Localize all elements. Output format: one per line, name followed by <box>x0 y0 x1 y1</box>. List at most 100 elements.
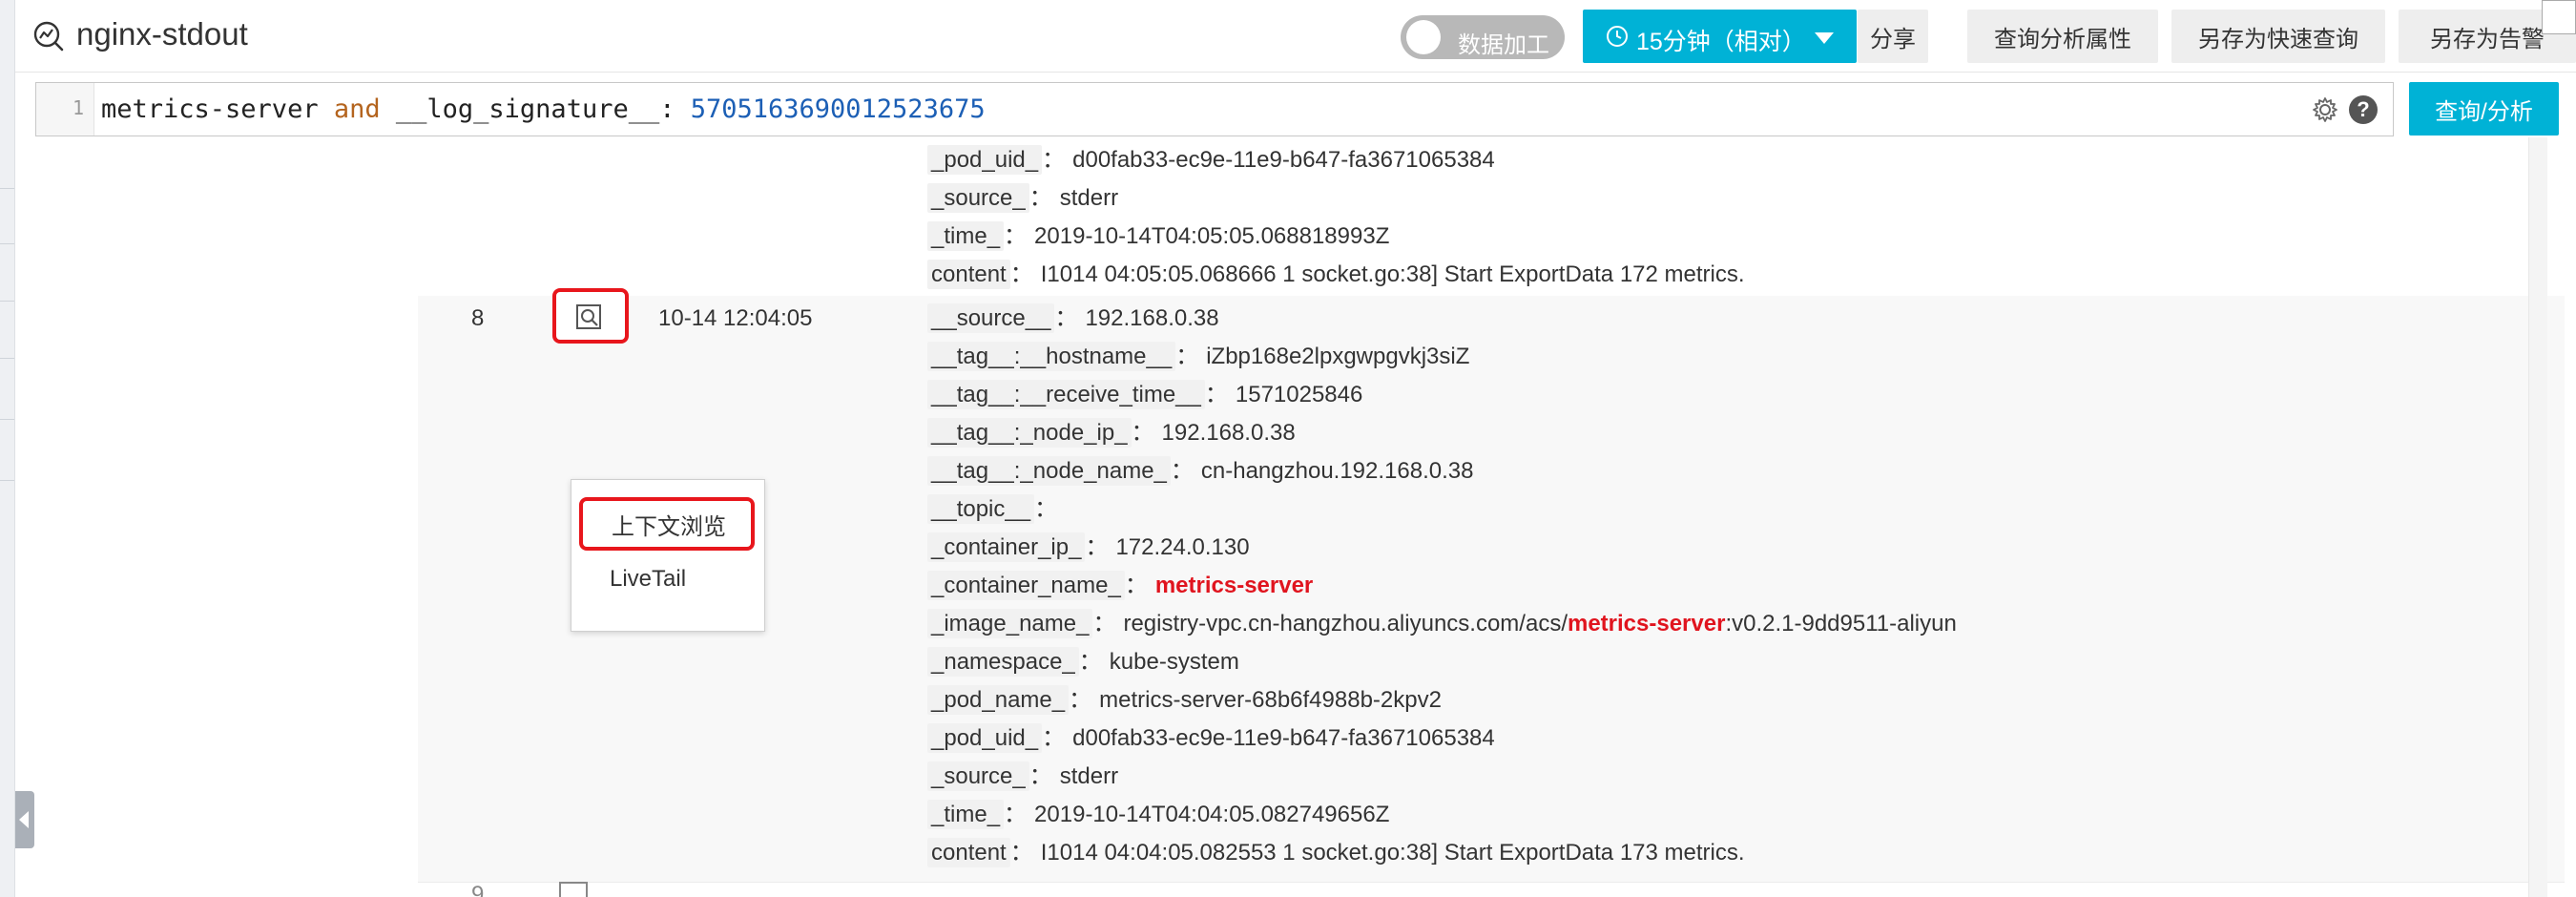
field-row: _pod_name_： metrics-server-68b6f4988b-2kp… <box>927 681 1442 720</box>
field-value[interactable]: I1014 04:04:05.082553 1 socket.go:38] St… <box>1041 840 1745 866</box>
field-row: _source_： stderr <box>927 179 1118 218</box>
field-row: _pod_uid_： d00fab33-ec9e-11e9-b647-fa3671… <box>927 720 1495 758</box>
field-value: 2019-10-14T04:05:05.068818993Z <box>1034 223 1390 249</box>
context-menu: 上下文浏览 LiveTail <box>571 479 765 632</box>
context-browse-button[interactable] <box>552 288 629 344</box>
left-nav-segment[interactable] <box>0 189 14 244</box>
share-button[interactable]: 分享 <box>1858 10 1928 63</box>
field-value-highlight[interactable]: metrics-server <box>1568 611 1725 636</box>
field-key: content <box>927 260 1010 289</box>
field-value[interactable]: stderr <box>1060 763 1118 789</box>
field-key: _pod_name_ <box>927 685 1070 715</box>
page-header: nginx-stdout 数据加工 15分钟（相对） 分享 查询分析属性 另存为… <box>15 0 2576 73</box>
field-value[interactable]: 172.24.0.130 <box>1115 534 1249 560</box>
field-value[interactable]: 192.168.0.38 <box>1085 305 1218 331</box>
field-key: _time_ <box>927 800 1005 829</box>
field-key: __source__ <box>927 303 1055 333</box>
menu-item-context-browse[interactable]: 上下文浏览 <box>571 501 764 547</box>
line-gutter: 1 <box>36 83 94 136</box>
query-text[interactable]: metrics-server and __log_signature__: 57… <box>101 94 986 124</box>
field-key: _pod_uid_ <box>927 145 1043 175</box>
field-value: d00fab33-ec9e-11e9-b647-fa3671065384 <box>1072 147 1495 173</box>
corner-checkbox[interactable] <box>2542 0 2576 34</box>
search-analyze-button[interactable]: 查询/分析 <box>2409 82 2559 136</box>
field-row: _container_name_： metrics-server <box>927 567 1313 605</box>
left-nav-segment[interactable] <box>0 244 14 302</box>
row-timestamp: 10-14 12:04:05 <box>658 305 813 331</box>
field-value[interactable]: iZbp168e2lpxgwpgvkj3siZ <box>1206 344 1469 369</box>
field-row: _pod_uid_： d00fab33-ec9e-11e9-b647-fa3671… <box>927 141 1495 179</box>
logstore-title: nginx-stdout <box>76 16 248 52</box>
left-nav-segment[interactable] <box>0 359 14 420</box>
field-row: __tag__:_node_name_： cn-hangzhou.192.168.… <box>927 452 1473 490</box>
query-term: metrics-server <box>101 94 334 124</box>
field-value: I1014 04:05:05.068666 1 socket.go:38] St… <box>1040 261 1745 287</box>
field-key: _container_ip_ <box>927 532 1086 562</box>
query-field: __log_signature__: <box>380 94 691 124</box>
menu-item-livetail[interactable]: LiveTail <box>571 556 764 602</box>
row-index: 9 <box>471 882 485 897</box>
field-row: __tag__:__hostname__： iZbp168e2lpxgwpgvkj… <box>927 338 1469 376</box>
clock-icon <box>1607 26 1628 47</box>
left-nav-strip <box>0 0 15 897</box>
field-row: __topic__： <box>927 490 1065 529</box>
field-value[interactable]: metrics-server-68b6f4988b-2kpv2 <box>1099 687 1442 713</box>
field-row: __tag__:__receive_time__： 1571025846 <box>927 376 1362 414</box>
field-row: _image_name_： registry-vpc.cn-hangzhou.al… <box>927 605 1957 643</box>
help-icon[interactable]: ? <box>2349 95 2378 124</box>
query-keyword: and <box>333 94 381 124</box>
context-search-icon[interactable] <box>559 882 588 897</box>
context-search-icon <box>576 304 601 329</box>
field-key: _time_ <box>927 221 1005 251</box>
field-row: _namespace_： kube-system <box>927 643 1239 681</box>
toggle-label: 数据加工 <box>1458 32 1549 58</box>
field-key: _source_ <box>927 761 1029 791</box>
field-value[interactable]: cn-hangzhou.192.168.0.38 <box>1201 458 1474 484</box>
query-properties-button[interactable]: 查询分析属性 <box>1967 10 2158 63</box>
line-number: 1 <box>72 96 84 119</box>
query-number: 5705163690012523675 <box>690 94 986 124</box>
field-key: __tag__:__hostname__ <box>927 342 1176 371</box>
time-range-dropdown[interactable]: 15分钟（相对） <box>1583 10 1857 63</box>
caret-down-icon <box>1815 32 1834 44</box>
field-key: __tag__:_node_name_ <box>927 456 1171 486</box>
field-key: _image_name_ <box>927 609 1093 638</box>
field-key: _container_name_ <box>927 571 1125 600</box>
field-value[interactable]: 1571025846 <box>1236 382 1362 407</box>
field-value[interactable]: :v0.2.1-9dd9511-aliyun <box>1725 611 1956 636</box>
field-key: content <box>927 838 1010 867</box>
save-quick-query-button[interactable]: 另存为快速查询 <box>2171 10 2385 63</box>
field-row: _time_： 2019-10-14T04:05:05.068818993Z <box>927 218 1389 256</box>
logstore-chart-icon <box>33 21 64 52</box>
field-key: _source_ <box>927 183 1029 213</box>
field-key: __tag__:__receive_time__ <box>927 380 1205 409</box>
field-value[interactable]: registry-vpc.cn-hangzhou.aliyuncs.com/ac… <box>1123 611 1568 636</box>
field-value[interactable]: kube-system <box>1110 649 1239 675</box>
log-results: _pod_uid_： d00fab33-ec9e-11e9-b647-fa3671… <box>15 137 2565 897</box>
field-row: content： I1014 04:04:05.082553 1 socket.g… <box>927 834 1745 872</box>
field-value: stderr <box>1059 185 1119 211</box>
row-index: 8 <box>471 305 485 331</box>
data-processing-toggle[interactable]: 数据加工 <box>1401 15 1565 59</box>
field-value[interactable]: d00fab33-ec9e-11e9-b647-fa3671065384 <box>1072 725 1495 751</box>
field-row: __tag__:_node_ip_： 192.168.0.38 <box>927 414 1296 452</box>
field-row: __source__： 192.168.0.38 <box>927 300 1219 338</box>
log-row-next <box>418 882 2565 897</box>
field-row: _source_： stderr <box>927 758 1118 796</box>
field-value-highlight[interactable]: metrics-server <box>1155 573 1313 598</box>
field-value[interactable]: 192.168.0.38 <box>1162 420 1296 446</box>
query-editor[interactable]: 1 metrics-server and __log_signature__: … <box>35 82 2394 136</box>
left-nav-segment[interactable] <box>0 302 14 359</box>
field-row: _container_ip_： 172.24.0.130 <box>927 529 1250 567</box>
time-range-label: 15分钟（相对） <box>1636 29 1806 55</box>
left-nav-segment[interactable] <box>0 143 14 189</box>
field-row: content： I1014 04:05:05.068666 1 socket.g… <box>927 256 1745 294</box>
field-key: __topic__ <box>927 494 1035 524</box>
field-value[interactable]: 2019-10-14T04:04:05.082749656Z <box>1034 802 1389 827</box>
left-nav-segment[interactable] <box>0 420 14 481</box>
field-key: __tag__:_node_ip_ <box>927 418 1132 448</box>
field-key: _namespace_ <box>927 647 1079 677</box>
field-row: _time_： 2019-10-14T04:04:05.082749656Z <box>927 796 1389 834</box>
gear-icon[interactable] <box>2311 95 2339 124</box>
scrollbar[interactable] <box>2528 137 2547 897</box>
